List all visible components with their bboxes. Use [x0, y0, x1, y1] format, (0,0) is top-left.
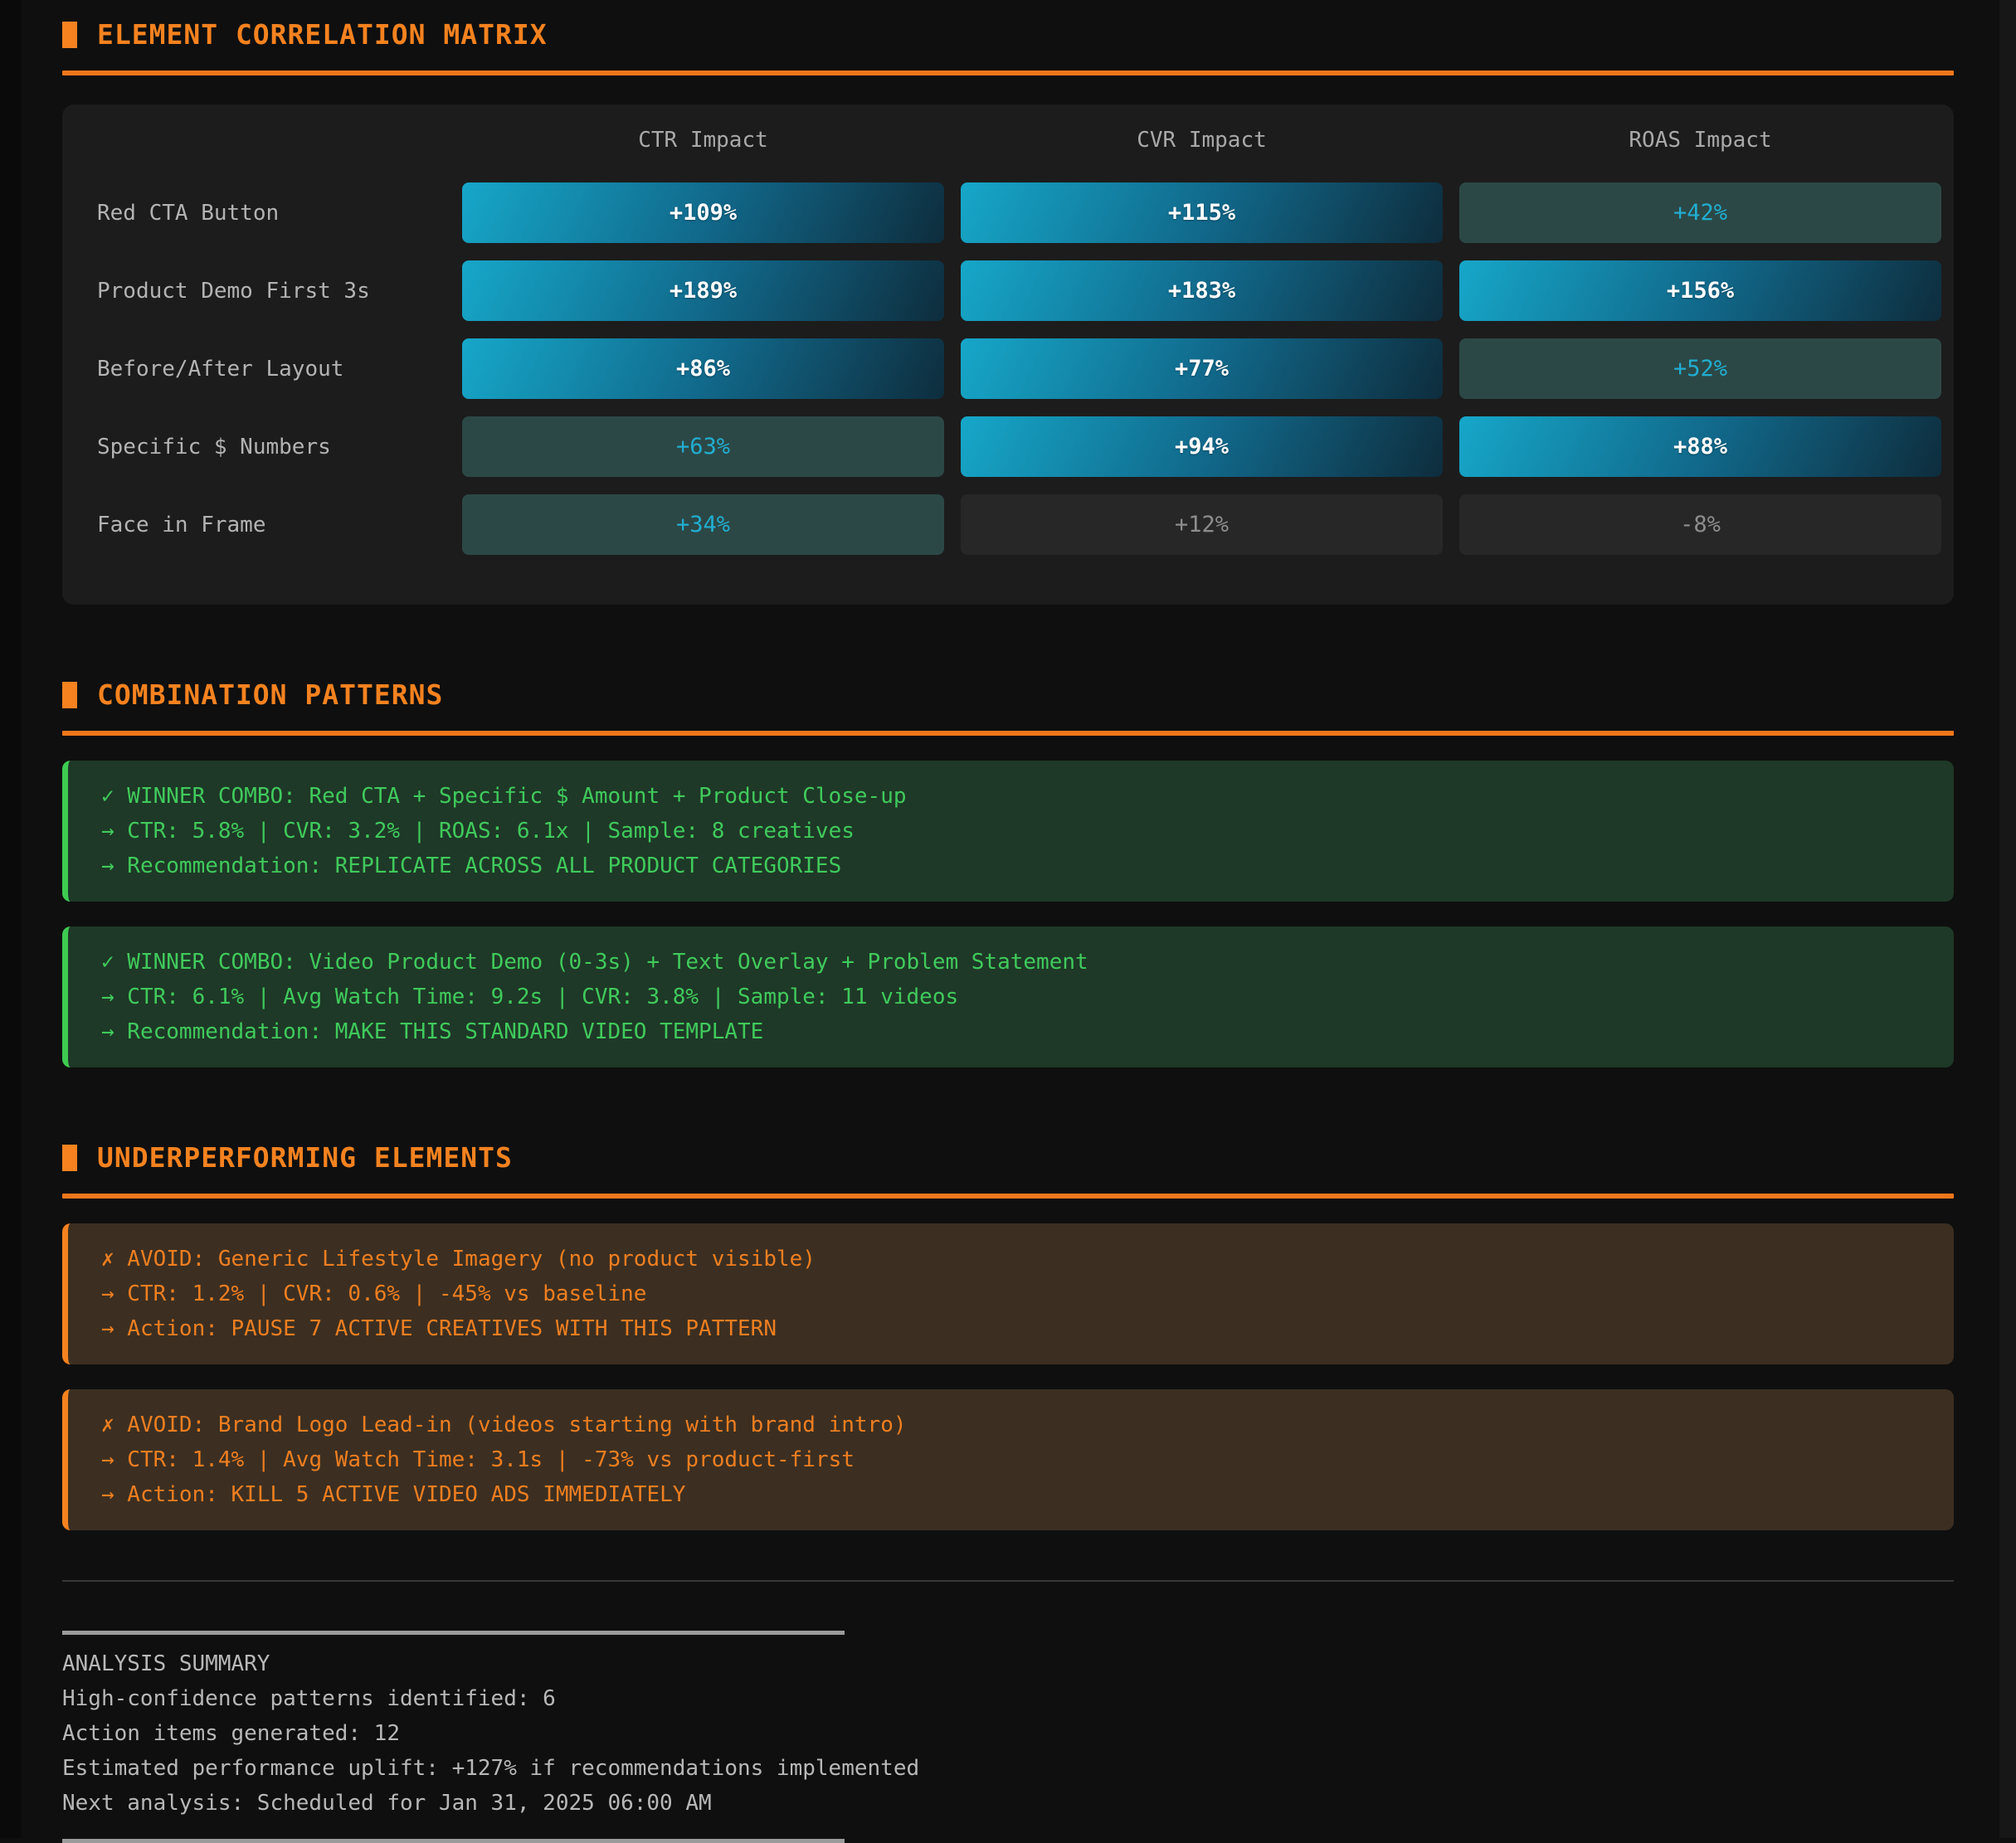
- section-title-text: ELEMENT CORRELATION MATRIX: [97, 18, 548, 51]
- callout-line: → CTR: 6.1% | Avg Watch Time: 9.2s | CVR…: [101, 980, 1921, 1014]
- column-header-ctr: CTR Impact: [462, 128, 944, 153]
- matrix-row: Product Demo First 3s +189% +183% +156%: [62, 260, 1954, 321]
- matrix-row: Specific $ Numbers +63% +94% +88%: [62, 416, 1954, 477]
- analysis-summary: ANALYSIS SUMMARY High-confidence pattern…: [62, 1631, 1954, 1843]
- callout-line: ✗ AVOID: Generic Lifestyle Imagery (no p…: [101, 1242, 1921, 1276]
- section-divider-rule: [62, 731, 1954, 736]
- winner-combo-box-1: ✓ WINNER COMBO: Red CTA + Specific $ Amo…: [62, 761, 1954, 902]
- summary-top-bar: [62, 1631, 845, 1635]
- orange-square-bullet-icon: [62, 22, 77, 48]
- callout-line: → CTR: 1.4% | Avg Watch Time: 3.1s | -73…: [101, 1442, 1921, 1477]
- horizontal-divider: [62, 1580, 1954, 1582]
- matrix-impact-cell: +52%: [1459, 338, 1941, 399]
- callout-line: → Action: KILL 5 ACTIVE VIDEO ADS IMMEDI…: [101, 1477, 1921, 1512]
- matrix-rows: Red CTA Button +109% +115% +42% Product Demo…: [62, 182, 1954, 555]
- summary-bottom-bar: [62, 1839, 845, 1843]
- matrix-impact-cell: +77%: [961, 338, 1443, 399]
- report-content: ELEMENT CORRELATION MATRIX CTR Impact CV…: [62, 0, 1954, 1843]
- matrix-impact-cell: +34%: [462, 494, 944, 555]
- winner-combo-box-2: ✓ WINNER COMBO: Video Product Demo (0-3s…: [62, 926, 1954, 1067]
- section-header-combination-patterns: COMBINATION PATTERNS: [62, 660, 1954, 712]
- callout-line: → Action: PAUSE 7 ACTIVE CREATIVES WITH …: [101, 1311, 1921, 1346]
- callout-line: → CTR: 1.2% | CVR: 0.6% | -45% vs baseli…: [101, 1276, 1921, 1311]
- summary-line: High-confidence patterns identified: 6: [62, 1681, 1954, 1716]
- matrix-row-label: Before/After Layout: [62, 357, 446, 382]
- callout-line: ✓ WINNER COMBO: Red CTA + Specific $ Amo…: [101, 779, 1921, 814]
- callout-line: → Recommendation: REPLICATE ACROSS ALL P…: [101, 849, 1921, 883]
- scrollbar-track[interactable]: [1999, 0, 2016, 1838]
- matrix-row: Red CTA Button +109% +115% +42%: [62, 182, 1954, 243]
- matrix-row-label: Specific $ Numbers: [62, 435, 446, 460]
- section-header-correlation-matrix: ELEMENT CORRELATION MATRIX: [62, 0, 1954, 51]
- matrix-impact-cell: +42%: [1459, 182, 1941, 243]
- matrix-impact-cell: +63%: [462, 416, 944, 477]
- matrix-impact-cell: +86%: [462, 338, 944, 399]
- section-header-underperforming-elements: UNDERPERFORMING ELEMENTS: [62, 1123, 1954, 1174]
- matrix-header-row: CTR Impact CVR Impact ROAS Impact: [62, 128, 1954, 153]
- callout-line: ✓ WINNER COMBO: Video Product Demo (0-3s…: [101, 945, 1921, 980]
- matrix-impact-cell: +189%: [462, 260, 944, 321]
- avoid-box-1: ✗ AVOID: Generic Lifestyle Imagery (no p…: [62, 1223, 1954, 1364]
- column-header-roas: ROAS Impact: [1459, 128, 1941, 153]
- summary-line: Estimated performance uplift: +127% if r…: [62, 1751, 1954, 1786]
- correlation-matrix-panel: CTR Impact CVR Impact ROAS Impact Red CT…: [62, 105, 1954, 605]
- matrix-impact-cell: +183%: [961, 260, 1443, 321]
- section-divider-rule: [62, 71, 1954, 75]
- summary-text-block: ANALYSIS SUMMARY High-confidence pattern…: [62, 1646, 1954, 1821]
- matrix-impact-cell: +156%: [1459, 260, 1941, 321]
- orange-square-bullet-icon: [62, 1145, 77, 1171]
- matrix-impact-cell: +109%: [462, 182, 944, 243]
- section-divider-rule: [62, 1194, 1954, 1199]
- avoid-box-2: ✗ AVOID: Brand Logo Lead-in (videos star…: [62, 1389, 1954, 1530]
- matrix-row-label: Red CTA Button: [62, 201, 446, 226]
- column-header-cvr: CVR Impact: [961, 128, 1443, 153]
- matrix-impact-cell: +12%: [961, 494, 1443, 555]
- summary-line: Action items generated: 12: [62, 1716, 1954, 1751]
- matrix-impact-cell: -8%: [1459, 494, 1941, 555]
- section-title-text: UNDERPERFORMING ELEMENTS: [97, 1141, 513, 1174]
- matrix-impact-cell: +115%: [961, 182, 1443, 243]
- matrix-impact-cell: +94%: [961, 416, 1443, 477]
- matrix-row: Face in Frame +34% +12% -8%: [62, 494, 1954, 555]
- window-left-edge: [0, 0, 22, 1838]
- matrix-row-label: Product Demo First 3s: [62, 279, 446, 304]
- matrix-row: Before/After Layout +86% +77% +52%: [62, 338, 1954, 399]
- section-title-text: COMBINATION PATTERNS: [97, 678, 443, 712]
- orange-square-bullet-icon: [62, 682, 77, 708]
- callout-line: → Recommendation: MAKE THIS STANDARD VID…: [101, 1014, 1921, 1049]
- callout-line: → CTR: 5.8% | CVR: 3.2% | ROAS: 6.1x | S…: [101, 814, 1921, 849]
- matrix-impact-cell: +88%: [1459, 416, 1941, 477]
- summary-title: ANALYSIS SUMMARY: [62, 1646, 1954, 1681]
- callout-line: ✗ AVOID: Brand Logo Lead-in (videos star…: [101, 1408, 1921, 1442]
- matrix-row-label: Face in Frame: [62, 513, 446, 537]
- summary-line: Next analysis: Scheduled for Jan 31, 202…: [62, 1786, 1954, 1821]
